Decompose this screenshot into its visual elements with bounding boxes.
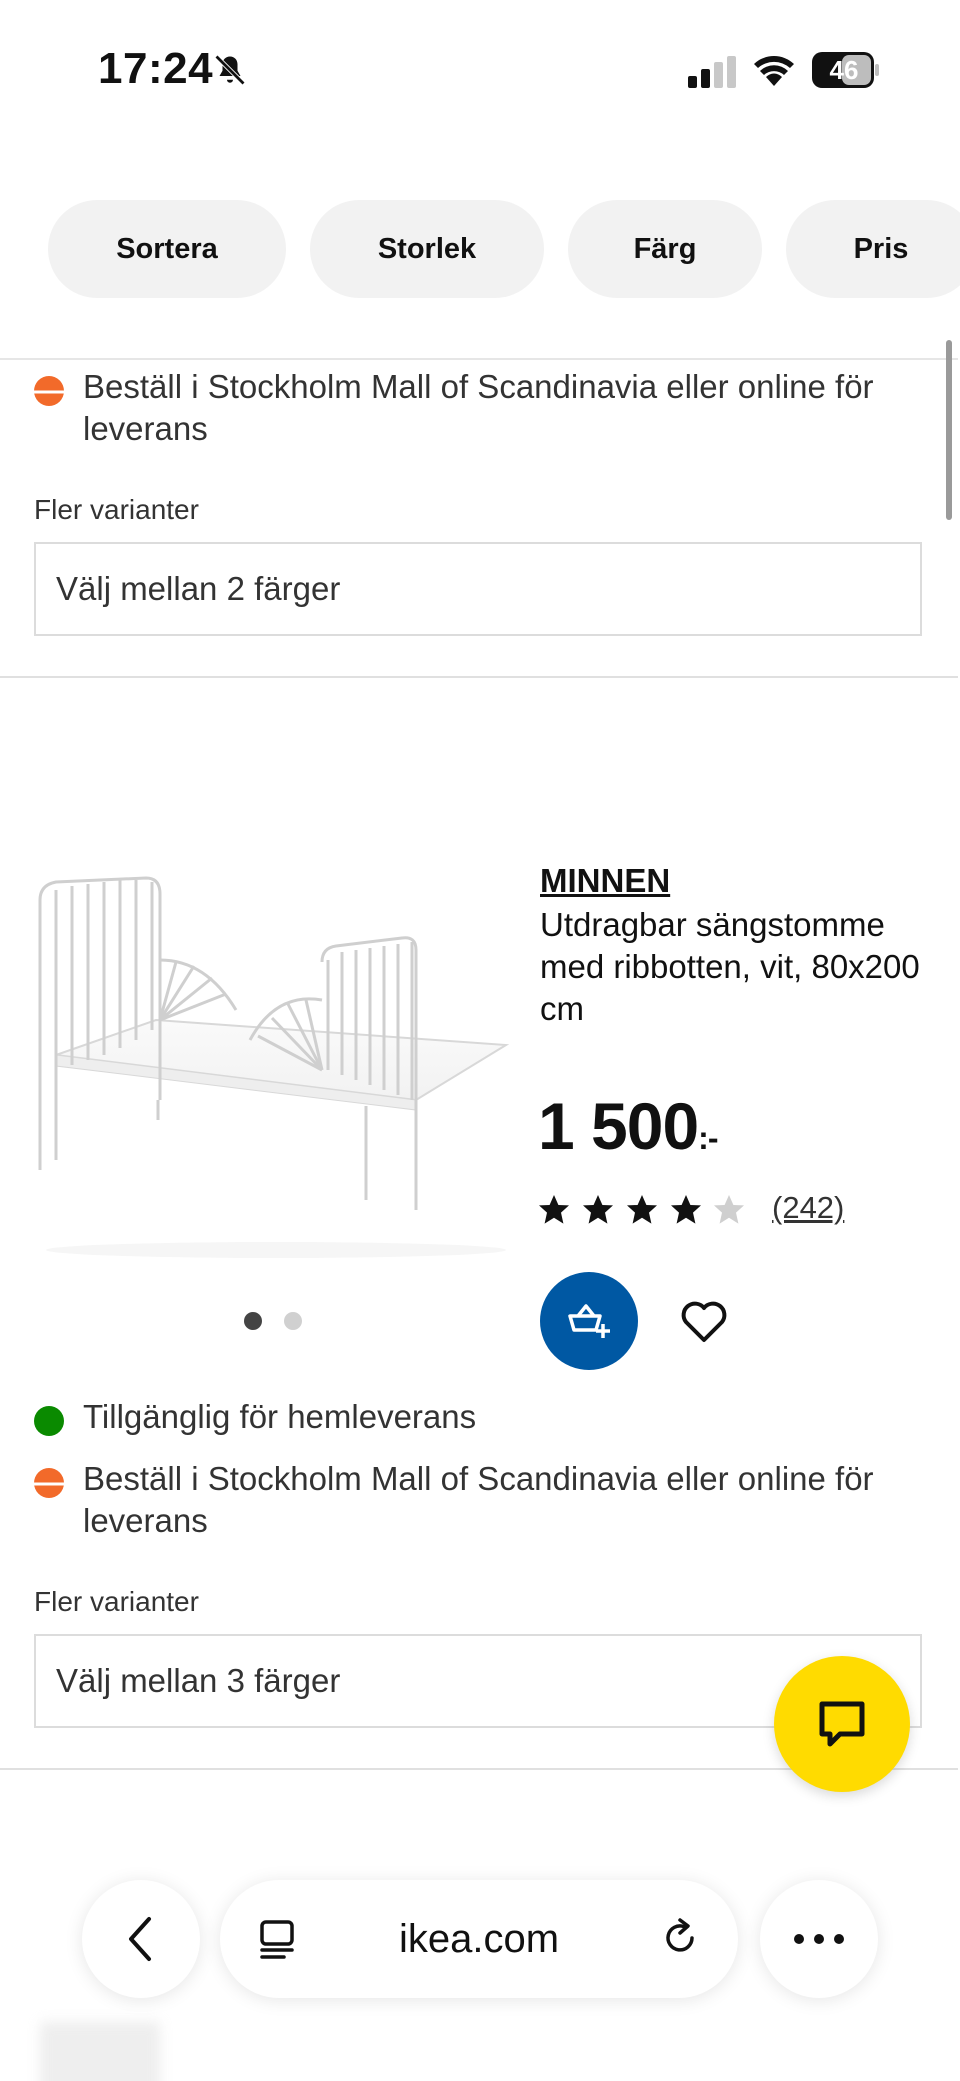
more-options-button[interactable] <box>760 1880 878 1998</box>
filter-bar: Sortera Storlek Färg Pris <box>0 200 960 304</box>
chat-button[interactable] <box>774 1656 910 1792</box>
price-amount: 1 500 <box>538 1089 699 1163</box>
browser-toolbar: ikea.com <box>0 1860 960 2020</box>
star-icon <box>583 1195 613 1224</box>
product-image[interactable] <box>36 870 514 1290</box>
status-time: 17:24 <box>98 44 214 93</box>
store-status-icon <box>34 376 64 406</box>
cellular-signal-icon <box>688 56 736 88</box>
next-product-image <box>40 2022 160 2081</box>
star-icon <box>671 1195 701 1224</box>
battery-level: 46 <box>829 55 859 85</box>
store-status-icon <box>34 1468 64 1498</box>
filter-price-button[interactable]: Pris <box>786 200 960 298</box>
rating-stars <box>539 1195 744 1224</box>
review-count-link[interactable]: (242) <box>772 1190 844 1226</box>
star-icon <box>627 1195 657 1224</box>
product-price: 1 500:- <box>538 1088 719 1164</box>
basket-plus-icon <box>568 1304 610 1338</box>
product-name[interactable]: MINNEN <box>540 862 670 900</box>
variants-label: Fler varianter <box>34 1586 199 1617</box>
star-icon <box>539 1195 569 1224</box>
bell-muted-icon <box>214 54 246 86</box>
star-half-icon <box>714 1195 744 1224</box>
variants-label: Fler varianter <box>34 494 199 525</box>
product-description[interactable]: Utdragbar sängstomme med ribbotten, vit,… <box>540 904 920 1030</box>
available-status-icon <box>34 1406 64 1436</box>
product-divider <box>0 676 958 678</box>
status-bar: 17:24 46 <box>0 0 960 140</box>
reload-icon[interactable] <box>658 1916 702 1960</box>
filter-divider <box>0 358 958 360</box>
back-button[interactable] <box>82 1880 200 1998</box>
favorite-heart-icon[interactable] <box>676 1294 732 1350</box>
price-currency: :- <box>698 1120 718 1156</box>
wifi-icon <box>754 56 794 86</box>
chat-bubble-icon <box>819 1701 865 1747</box>
filter-size-button[interactable]: Storlek <box>310 200 544 298</box>
add-to-cart-button[interactable] <box>540 1272 638 1370</box>
filter-sort-button[interactable]: Sortera <box>48 200 286 298</box>
chevron-left-icon <box>129 1917 151 1961</box>
variants-select[interactable]: Välj mellan 2 färger <box>34 542 922 636</box>
address-bar[interactable]: ikea.com <box>220 1880 738 1998</box>
ellipsis-icon <box>794 1934 844 1944</box>
carousel-dot[interactable] <box>284 1312 302 1330</box>
carousel-dot-active[interactable] <box>244 1312 262 1330</box>
filter-color-button[interactable]: Färg <box>568 200 762 298</box>
